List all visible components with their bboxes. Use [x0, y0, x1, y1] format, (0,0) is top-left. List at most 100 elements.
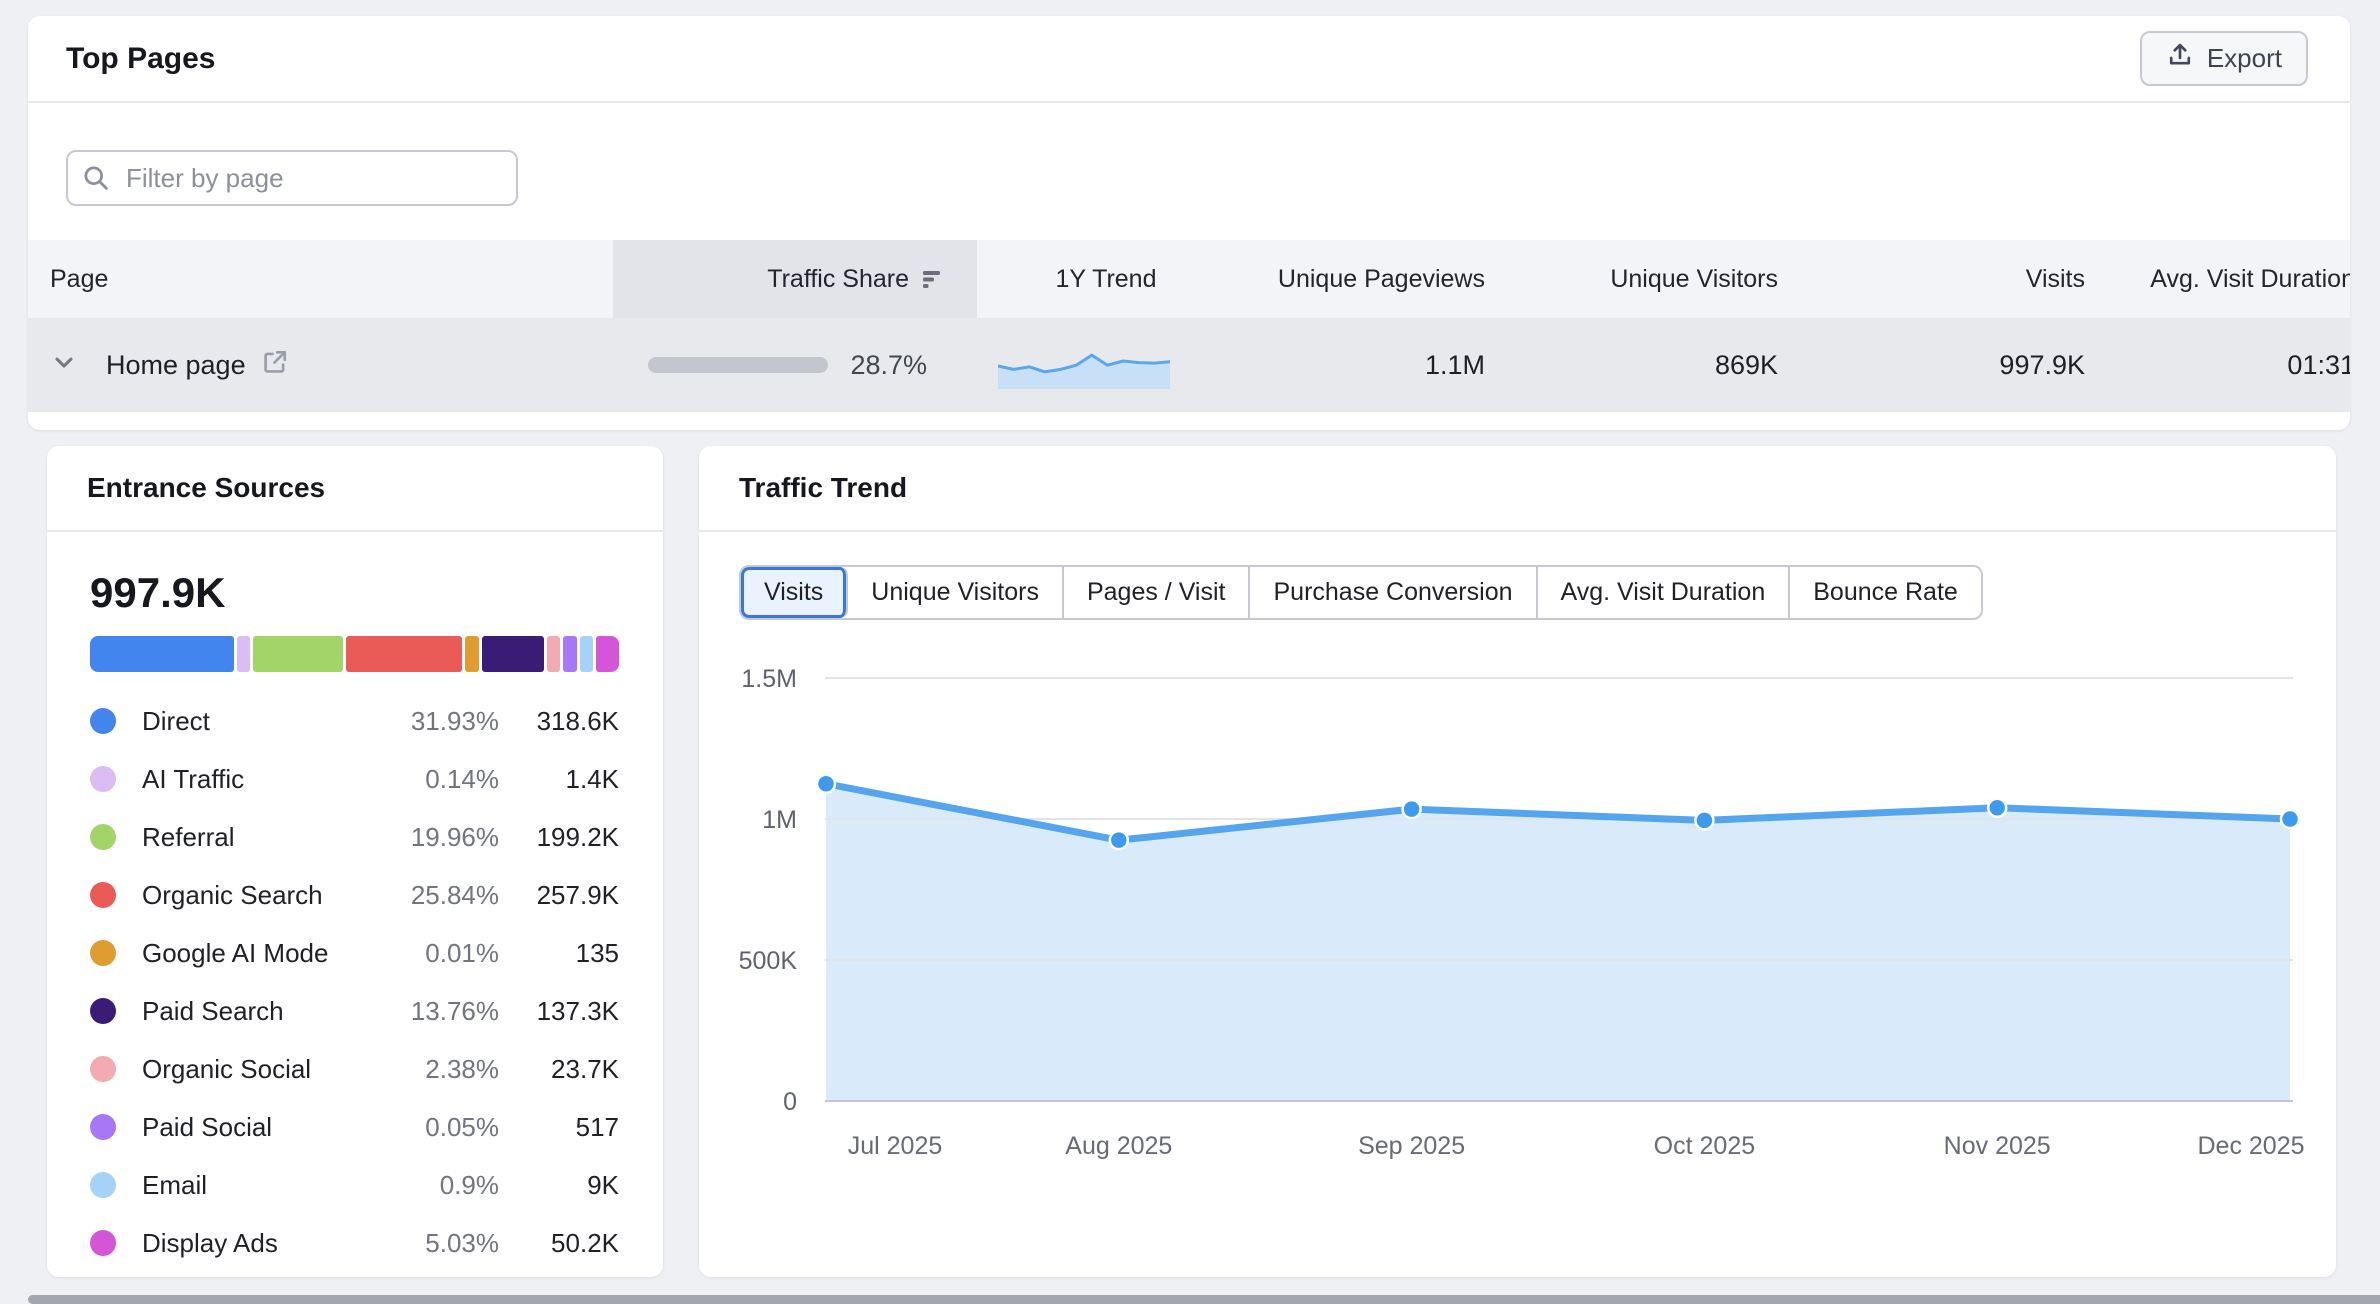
table-row[interactable]: Home page 28.7% 1.1M 869K 997.9K 01:31 — [28, 318, 2350, 412]
legend-value: 318.6K — [499, 706, 619, 737]
entrance-source-segment[interactable] — [90, 636, 234, 672]
legend-percent: 31.93% — [349, 706, 499, 737]
legend-item[interactable]: Paid Social0.05%517 — [90, 1098, 619, 1156]
trend-metric-tabs: VisitsUnique VisitorsPages / VisitPurcha… — [739, 565, 1983, 620]
legend-label: Google AI Mode — [142, 938, 349, 969]
legend-percent: 0.05% — [349, 1112, 499, 1143]
legend-label: Paid Social — [142, 1112, 349, 1143]
svg-text:Sep 2025: Sep 2025 — [1358, 1132, 1465, 1160]
trend-tab-unique-visitors[interactable]: Unique Visitors — [848, 567, 1064, 618]
unique-visitors-cell: 869K — [1495, 318, 1790, 412]
legend-percent: 19.96% — [349, 822, 499, 853]
legend-value: 1.4K — [499, 764, 619, 795]
1y-trend-sparkline — [998, 341, 1170, 389]
legend-percent: 0.01% — [349, 938, 499, 969]
legend-percent: 0.14% — [349, 764, 499, 795]
svg-text:Aug 2025: Aug 2025 — [1065, 1132, 1172, 1160]
legend-value: 199.2K — [499, 822, 619, 853]
svg-text:1M: 1M — [762, 806, 797, 834]
legend-value: 9K — [499, 1170, 619, 1201]
entrance-sources-header: Entrance Sources — [47, 446, 663, 532]
legend-item[interactable]: Paid Search13.76%137.3K — [90, 982, 619, 1040]
entrance-source-segment[interactable] — [547, 636, 561, 672]
entrance-sources-total: 997.9K — [90, 568, 619, 618]
legend-item[interactable]: Direct31.93%318.6K — [90, 692, 619, 750]
column-header-unique-pageviews[interactable]: Unique Pageviews — [1235, 240, 1495, 318]
trend-tab-bounce-rate[interactable]: Bounce Rate — [1790, 567, 1981, 618]
legend-color-dot — [90, 824, 116, 850]
legend-color-dot — [90, 1114, 116, 1140]
legend-percent: 2.38% — [349, 1054, 499, 1085]
top-pages-card: Top Pages Export Page Traffic Share — [28, 16, 2350, 430]
traffic-trend-card: Traffic Trend VisitsUnique VisitorsPages… — [699, 446, 2336, 1277]
svg-text:500K: 500K — [739, 947, 798, 975]
legend-value: 23.7K — [499, 1054, 619, 1085]
entrance-source-segment[interactable] — [346, 636, 462, 672]
column-header-visits[interactable]: Visits — [1790, 240, 2095, 318]
trend-tab-purchase-conversion[interactable]: Purchase Conversion — [1250, 567, 1537, 618]
column-header-1y-trend[interactable]: 1Y Trend — [977, 240, 1235, 318]
legend-item[interactable]: Organic Search25.84%257.9K — [90, 866, 619, 924]
traffic-share-cell: 28.7% — [613, 318, 977, 412]
legend-value: 517 — [499, 1112, 619, 1143]
filter-row — [28, 103, 2350, 240]
entrance-source-segment[interactable] — [465, 636, 479, 672]
entrance-sources-body: 997.9K Direct31.93%318.6KAI Traffic0.14%… — [47, 568, 663, 1272]
entrance-source-segment[interactable] — [253, 636, 343, 672]
legend-label: Email — [142, 1170, 349, 1201]
entrance-source-segment[interactable] — [596, 636, 619, 672]
entrance-sources-title: Entrance Sources — [87, 472, 325, 504]
entrance-sources-card: Entrance Sources 997.9K Direct31.93%318.… — [47, 446, 663, 1277]
filter-input[interactable] — [66, 150, 518, 206]
traffic-trend-body: VisitsUnique VisitorsPages / VisitPurcha… — [699, 532, 2336, 620]
column-header-page[interactable]: Page — [28, 240, 613, 318]
legend-item[interactable]: Email0.9%9K — [90, 1156, 619, 1214]
entrance-source-segment[interactable] — [580, 636, 594, 672]
entrance-source-segment[interactable] — [482, 636, 544, 672]
legend-label: Organic Social — [142, 1054, 349, 1085]
legend-label: Referral — [142, 822, 349, 853]
legend-item[interactable]: Referral19.96%199.2K — [90, 808, 619, 866]
legend-percent: 0.9% — [349, 1170, 499, 1201]
1y-trend-cell — [977, 318, 1235, 412]
legend-color-dot — [90, 1172, 116, 1198]
legend-color-dot — [90, 882, 116, 908]
column-header-traffic-share[interactable]: Traffic Share — [613, 240, 977, 318]
legend-label: Direct — [142, 706, 349, 737]
entrance-source-segment[interactable] — [563, 636, 577, 672]
legend-label: Organic Search — [142, 880, 349, 911]
collapse-chevron-icon[interactable] — [50, 348, 78, 383]
traffic-share-value: 28.7% — [850, 350, 927, 381]
entrance-sources-legend: Direct31.93%318.6KAI Traffic0.14%1.4KRef… — [90, 692, 619, 1272]
legend-item[interactable]: Google AI Mode0.01%135 — [90, 924, 619, 982]
trend-tab-visits[interactable]: Visits — [741, 567, 848, 618]
column-header-avg-visit-duration[interactable]: Avg. Visit Duration — [2095, 240, 2350, 318]
page-cell: Home page — [28, 318, 613, 412]
trend-tab-avg-visit-duration[interactable]: Avg. Visit Duration — [1538, 567, 1791, 618]
visits-cell: 997.9K — [1790, 318, 2095, 412]
export-button[interactable]: Export — [2140, 31, 2308, 86]
legend-item[interactable]: AI Traffic0.14%1.4K — [90, 750, 619, 808]
page-name[interactable]: Home page — [106, 350, 246, 381]
legend-value: 135 — [499, 938, 619, 969]
legend-color-dot — [90, 1056, 116, 1082]
legend-item[interactable]: Organic Social2.38%23.7K — [90, 1040, 619, 1098]
legend-value: 137.3K — [499, 996, 619, 1027]
legend-item[interactable]: Display Ads5.03%50.2K — [90, 1214, 619, 1272]
horizontal-scrollbar-thumb[interactable] — [28, 1295, 2380, 1304]
column-header-unique-visitors[interactable]: Unique Visitors — [1495, 240, 1790, 318]
external-link-icon[interactable] — [260, 347, 290, 384]
export-icon — [2166, 41, 2194, 76]
svg-text:Jul 2025: Jul 2025 — [848, 1132, 943, 1160]
legend-value: 50.2K — [499, 1228, 619, 1259]
svg-text:Nov 2025: Nov 2025 — [1944, 1132, 2051, 1160]
legend-percent: 5.03% — [349, 1228, 499, 1259]
svg-text:Oct 2025: Oct 2025 — [1654, 1132, 1755, 1160]
top-pages-header: Top Pages Export — [28, 16, 2350, 103]
table-header: Page Traffic Share 1Y Trend Unique Pagev… — [28, 240, 2350, 318]
legend-label: Display Ads — [142, 1228, 349, 1259]
trend-tab-pages-visit[interactable]: Pages / Visit — [1064, 567, 1251, 618]
traffic-share-bar — [648, 357, 828, 373]
entrance-sources-bar — [90, 636, 619, 672]
entrance-source-segment[interactable] — [237, 636, 251, 672]
